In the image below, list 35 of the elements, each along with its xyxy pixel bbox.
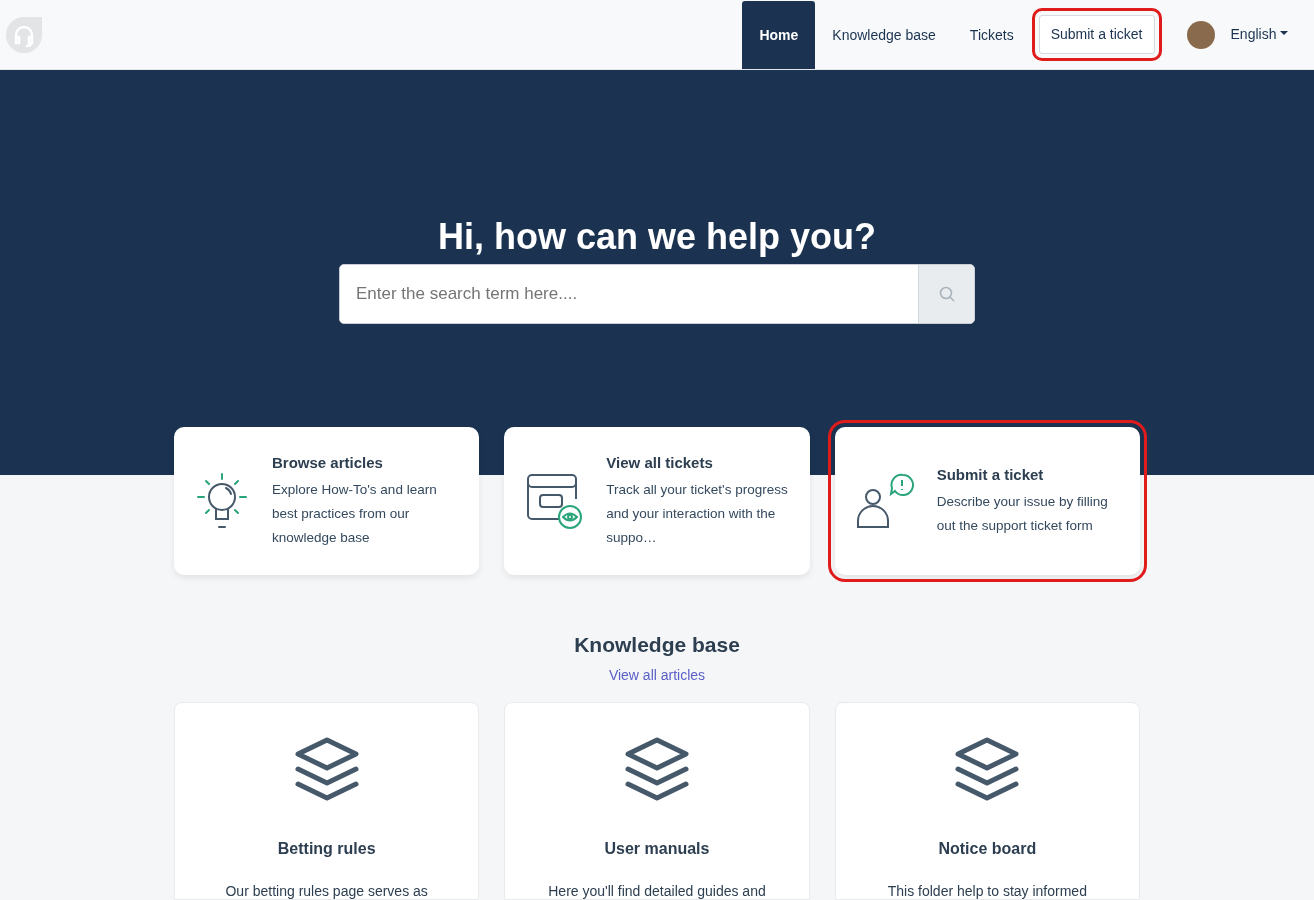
nav-link[interactable]: Home: [742, 1, 816, 69]
folder-description: Our betting rules page serves as: [224, 881, 429, 900]
lightbulb-icon: [194, 472, 250, 530]
tickets-icon: [524, 473, 585, 529]
hero-title: Hi, how can we help you?: [436, 215, 877, 259]
view-all-link[interactable]: View all articles: [608, 666, 706, 683]
search-icon: [938, 286, 955, 303]
card-title: View all tickets: [606, 453, 714, 474]
action-card[interactable]: Browse articles Explore How-To's and learn best practices from our knowledge base: [174, 427, 480, 575]
folder-title: Betting rules: [276, 838, 377, 859]
card-title: Submit a ticket: [936, 465, 1045, 486]
layers-icon: [954, 736, 1021, 801]
folder-title: User manuals: [603, 838, 711, 859]
card-description: Track all your ticket's progress and your interaction with the suppo…: [606, 480, 789, 547]
folder-description: This folder help to stay informed: [886, 881, 1088, 900]
card-description: Describe your issue by filling out the support ticket form: [936, 492, 1109, 535]
folder-card[interactable]: Betting rules Our betting rules page serves as: [174, 701, 480, 900]
card-description: Explore How-To's and learn best practices from our knowledge base: [272, 480, 438, 547]
card-title: Browse articles: [272, 453, 384, 474]
layers-icon: [293, 736, 360, 801]
search-field[interactable]: Enter the search term here....: [339, 264, 975, 325]
avatar-icon[interactable]: [1186, 20, 1215, 49]
folder-title: Notice board: [937, 838, 1038, 859]
layers-icon: [624, 736, 690, 801]
action-card[interactable]: View all tickets Track all your ticket's progress and your interaction with the suppo…: [504, 427, 810, 575]
nav-link[interactable]: Knowledge base: [815, 1, 953, 69]
search-button[interactable]: [918, 265, 974, 324]
language-dropdown[interactable]: English: [1230, 24, 1288, 45]
folder-card[interactable]: Notice board This folder help to stay informed: [834, 701, 1140, 900]
folder-description: Here you'll find detailed guides and: [547, 881, 767, 900]
nav-link[interactable]: Tickets: [952, 1, 1031, 69]
headset-logo-icon[interactable]: [4, 14, 44, 55]
folder-card[interactable]: User manuals Here you'll find detailed guides and: [504, 701, 810, 900]
person-alert-icon: [854, 472, 915, 530]
section-title: Knowledge base: [573, 632, 741, 658]
